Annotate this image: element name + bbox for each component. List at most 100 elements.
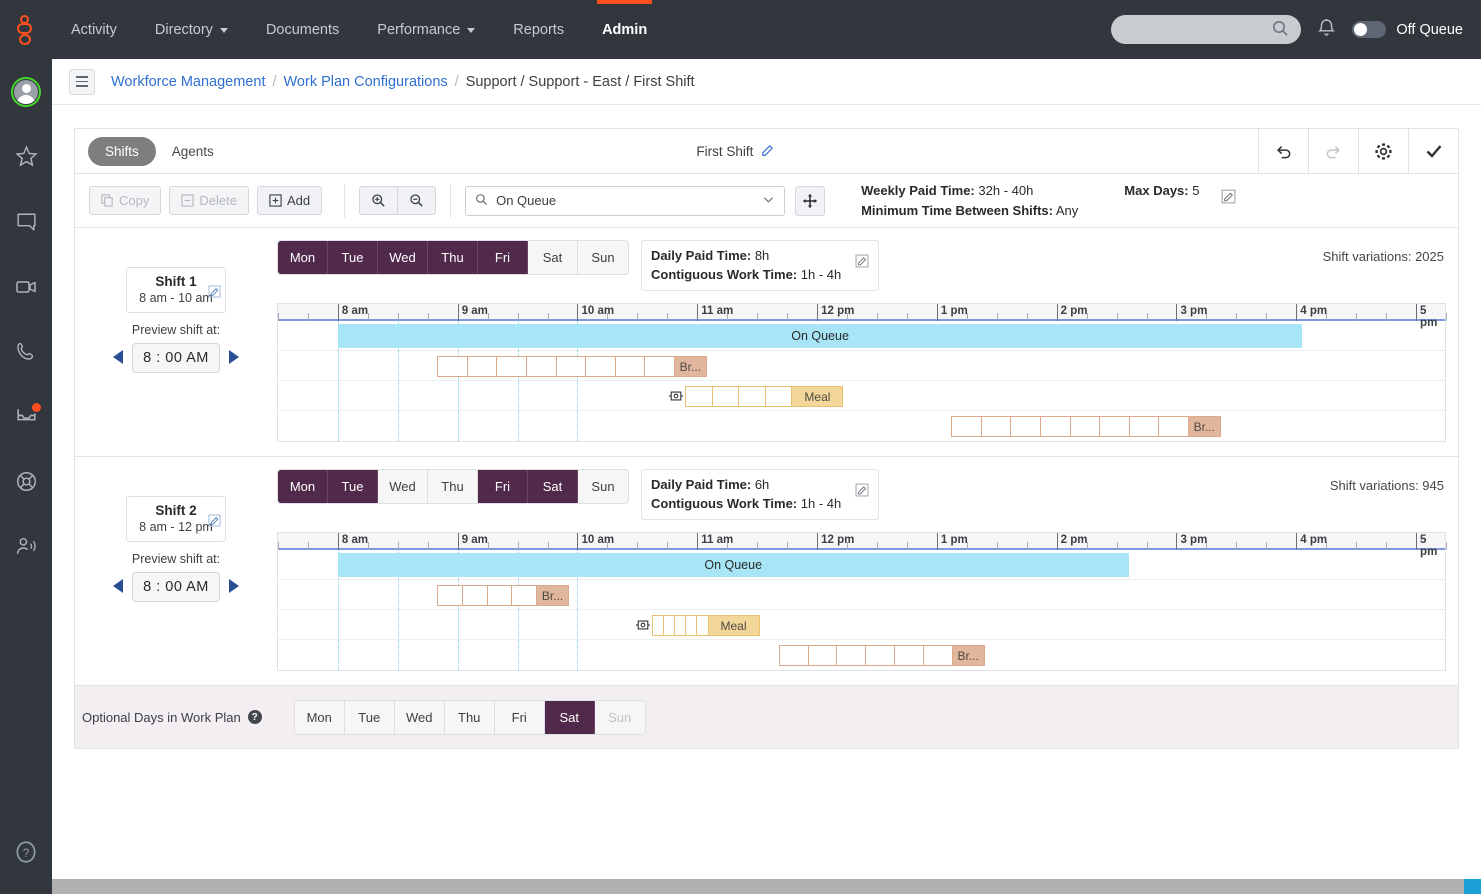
on-queue-bar[interactable]: On Queue: [337, 553, 1129, 577]
delete-button[interactable]: Delete: [169, 186, 249, 215]
anchor-pin-icon[interactable]: [635, 619, 650, 634]
help-question-icon[interactable]: ?: [247, 710, 262, 724]
agent-assist-icon[interactable]: [0, 514, 52, 579]
video-icon[interactable]: [0, 254, 52, 319]
shift2-day-mon[interactable]: Mon: [278, 470, 328, 503]
activity-slot[interactable]: [778, 645, 808, 666]
break-activity-bar[interactable]: Br...: [437, 585, 570, 606]
activity-slot[interactable]: [685, 386, 712, 407]
activity-slot[interactable]: [951, 416, 981, 437]
activity-slot[interactable]: [685, 615, 697, 636]
activity-slot[interactable]: [1039, 416, 1070, 437]
add-button[interactable]: Add: [256, 186, 323, 215]
meal-activity-bar[interactable]: Meal: [651, 615, 760, 636]
activity-slot[interactable]: [764, 386, 792, 407]
activity-slot[interactable]: [614, 356, 645, 377]
activity-slot[interactable]: [555, 356, 586, 377]
activity-slot[interactable]: [496, 356, 527, 377]
edit-shift-times-pencil-icon[interactable]: [855, 483, 869, 502]
shift1-day-sun[interactable]: Sun: [578, 241, 628, 274]
preview-time-next-arrow[interactable]: [227, 578, 240, 597]
sidebar-toggle-button[interactable]: [69, 68, 95, 95]
optional-day-thu[interactable]: Thu: [444, 700, 495, 734]
activity-select[interactable]: On Queue: [465, 185, 786, 216]
activity-slot[interactable]: [696, 615, 708, 636]
avatar[interactable]: [0, 59, 52, 124]
shift1-day-mon[interactable]: Mon: [278, 241, 328, 274]
breadcrumb-section[interactable]: Work Plan Configurations: [284, 74, 448, 90]
shift2-day-sat[interactable]: Sat: [528, 470, 578, 503]
shift2-day-fri[interactable]: Fri: [478, 470, 528, 503]
optional-day-fri[interactable]: Fri: [494, 700, 545, 734]
shift-card[interactable]: Shift 1 8 am - 10 am: [126, 267, 226, 313]
phone-icon[interactable]: [0, 319, 52, 384]
nav-item-directory[interactable]: Directory: [136, 0, 247, 59]
activity-slot[interactable]: [922, 645, 952, 666]
move-handle-button[interactable]: [795, 185, 826, 216]
activity-slot[interactable]: [511, 585, 537, 606]
shift-card[interactable]: Shift 2 8 am - 12 pm: [126, 496, 226, 542]
edit-shift-pencil-icon[interactable]: [208, 285, 221, 301]
preview-time-input[interactable]: 8 : 00 AM: [132, 572, 220, 602]
activity-slot[interactable]: [526, 356, 556, 377]
breadcrumb-root[interactable]: Workforce Management: [111, 74, 265, 90]
off-queue-toggle[interactable]: [1352, 21, 1387, 38]
shift1-day-thu[interactable]: Thu: [428, 241, 478, 274]
activity-slot[interactable]: [674, 615, 686, 636]
activity-slot[interactable]: [836, 645, 866, 666]
activity-slot[interactable]: [585, 356, 615, 377]
confirm-check-button[interactable]: [1408, 128, 1458, 174]
break-activity-bar[interactable]: Br...: [951, 416, 1221, 437]
undo-button[interactable]: [1258, 128, 1308, 174]
activity-slot[interactable]: [466, 356, 497, 377]
edit-work-plan-pencil-icon[interactable]: [1221, 189, 1236, 210]
settings-gear-icon[interactable]: [1358, 128, 1408, 174]
shift1-day-tue[interactable]: Tue: [328, 241, 378, 274]
edit-shift-times-pencil-icon[interactable]: [855, 254, 869, 273]
zoom-in-button[interactable]: [359, 186, 399, 215]
inbox-icon[interactable]: [0, 384, 52, 449]
activity-slot[interactable]: [437, 585, 463, 606]
optional-day-mon[interactable]: Mon: [294, 700, 345, 734]
optional-day-sat[interactable]: Sat: [544, 700, 595, 734]
scrollbar-thumb[interactable]: [1464, 879, 1481, 894]
activity-slot[interactable]: [644, 356, 674, 377]
activity-slot[interactable]: [1069, 416, 1100, 437]
global-search-input[interactable]: [1111, 15, 1302, 44]
break-activity-bar[interactable]: Br...: [778, 645, 985, 666]
shift2-day-thu[interactable]: Thu: [428, 470, 478, 503]
copy-button[interactable]: Copy: [89, 186, 162, 215]
nav-item-activity[interactable]: Activity: [52, 0, 136, 59]
nav-item-documents[interactable]: Documents: [247, 0, 358, 59]
shift2-day-sun[interactable]: Sun: [578, 470, 628, 503]
activity-slot[interactable]: [662, 615, 675, 636]
activity-slot[interactable]: [486, 585, 512, 606]
activity-slot[interactable]: [711, 386, 739, 407]
activity-slot[interactable]: [437, 356, 467, 377]
activity-slot[interactable]: [462, 585, 487, 606]
optional-day-wed[interactable]: Wed: [394, 700, 445, 734]
tab-agents[interactable]: Agents: [172, 144, 214, 159]
anchor-pin-icon[interactable]: [669, 390, 684, 405]
shift1-day-fri[interactable]: Fri: [478, 241, 528, 274]
activity-slot[interactable]: [894, 645, 923, 666]
lifebuoy-icon[interactable]: [0, 449, 52, 514]
preview-time-input[interactable]: 8 : 00 AM: [132, 343, 220, 373]
edit-title-pencil-icon[interactable]: [761, 143, 775, 160]
activity-slot[interactable]: [1158, 416, 1188, 437]
on-queue-bar[interactable]: On Queue: [337, 324, 1303, 348]
activity-slot[interactable]: [738, 386, 765, 407]
star-icon[interactable]: [0, 124, 52, 189]
horizontal-scrollbar[interactable]: [52, 879, 1481, 894]
shift2-day-tue[interactable]: Tue: [328, 470, 378, 503]
optional-day-sun[interactable]: Sun: [594, 700, 645, 734]
activity-slot[interactable]: [1010, 416, 1040, 437]
break-activity-bar[interactable]: Br...: [437, 356, 707, 377]
chat-icon[interactable]: [0, 189, 52, 254]
preview-time-prev-arrow[interactable]: [112, 349, 125, 368]
notifications-bell-icon[interactable]: [1317, 18, 1336, 42]
activity-slot[interactable]: [980, 416, 1011, 437]
edit-shift-pencil-icon[interactable]: [208, 514, 221, 530]
activity-slot[interactable]: [865, 645, 895, 666]
activity-slot[interactable]: [807, 645, 837, 666]
